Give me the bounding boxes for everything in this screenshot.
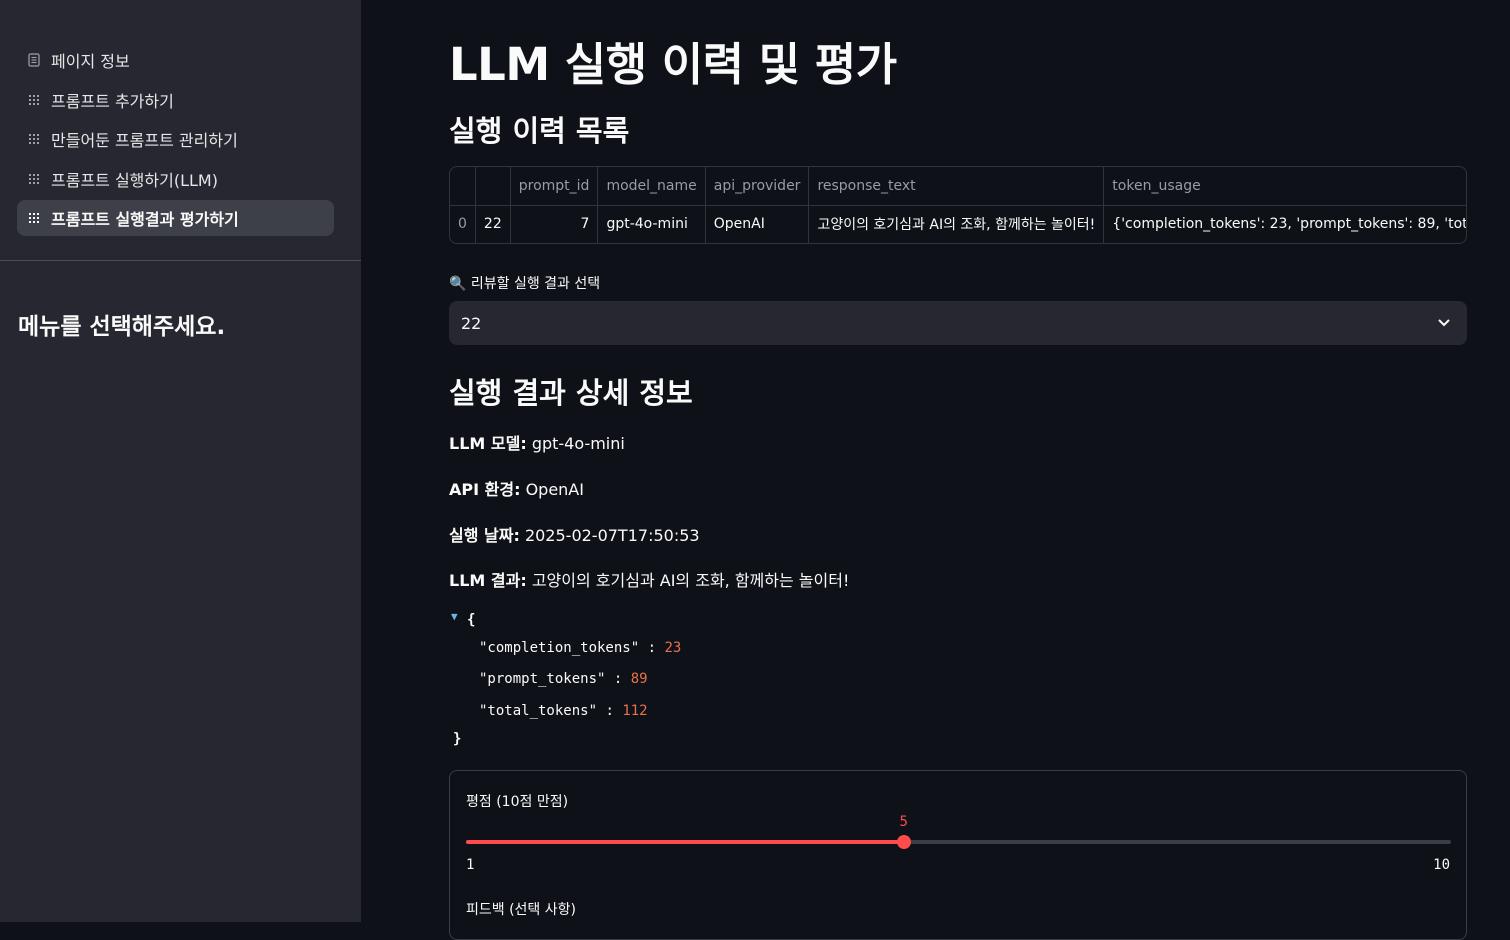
rating-label: 평점 (10점 만점) [466,794,569,810]
page-icon [28,53,40,67]
detail-label: LLM 결과: [449,571,527,590]
detail-api: API 환경: OpenAI [449,476,584,500]
sidebar-item-add-prompt[interactable]: 프롬프트 추가하기 [17,82,334,118]
table-cell[interactable]: 0 [450,205,476,243]
grid-icon [29,134,39,144]
json-key: "completion_tokens" [479,640,640,656]
collapse-triangle-icon[interactable]: ▼ [451,610,458,623]
table-cell[interactable]: 고양이의 호기심과 AI의 조화, 함께하는 놀이터! [808,205,1105,243]
detail-label: 실행 날짜: [449,526,520,545]
sidebar-divider [0,260,361,261]
detail-value: 고양이의 호기심과 AI의 조화, 함께하는 놀이터! [526,571,850,590]
detail-label: API 환경: [449,480,521,499]
history-heading: 실행 이력 목록 [449,114,630,148]
sidebar-nav: 페이지 정보 프롬프트 추가하기 만들어둔 프롬프트 관리하기 프롬프트 실행하… [17,42,334,240]
history-table[interactable]: prompt_id model_name api_provider respon… [449,166,1467,244]
detail-date: 실행 날짜: 2025-02-07T17:50:53 [449,522,700,546]
detail-label: LLM 모델: [449,434,527,453]
detail-value: 2025-02-07T17:50:53 [519,526,700,545]
sidebar-item-label: 프롬프트 추가하기 [51,91,174,111]
grid-icon [29,173,39,184]
column-header[interactable]: token_usage [1103,167,1466,206]
json-value: 89 [630,671,648,687]
column-header[interactable]: prompt_id [510,167,599,206]
sidebar-item-page-info[interactable]: 페이지 정보 [17,42,334,78]
json-close-brace: } [453,731,462,747]
column-header[interactable] [450,167,476,206]
table-header-row: prompt_id model_name api_provider respon… [450,167,1466,206]
slider-min-label: 1 [466,857,475,873]
table-row[interactable]: 0 22 7 gpt-4o-mini OpenAI 고양이의 호기심과 AI의 … [450,205,1466,243]
detail-result: LLM 결과: 고양이의 호기심과 AI의 조화, 함께하는 놀이터! [449,567,849,591]
chevron-down-icon [1438,319,1450,327]
json-key: "total_tokens" [479,703,598,719]
sidebar-message: 메뉴를 선택해주세요. [18,314,226,340]
slider-max-label: 10 [1433,857,1450,873]
rating-slider[interactable]: 5 [466,814,1451,849]
detail-value: OpenAI [520,480,584,499]
grid-icon [29,213,39,223]
page-title: LLM 실행 이력 및 평가 [449,38,897,91]
column-header[interactable]: model_name [597,167,706,206]
sidebar-item-manage-prompts[interactable]: 만들어둔 프롬프트 관리하기 [17,121,334,157]
result-select[interactable]: 22 [449,301,1467,345]
detail-heading: 실행 결과 상세 정보 [449,376,693,410]
sidebar-item-label: 만들어둔 프롬프트 관리하기 [51,131,238,150]
sidebar-item-label: 프롬프트 실행하기(LLM) [51,170,218,190]
slider-value-label: 5 [899,814,908,830]
sidebar-item-label: 프롬프트 실행결과 평가하기 [51,210,239,229]
table-cell[interactable]: 22 [475,205,511,243]
json-key: "prompt_tokens" [479,671,606,687]
grid-icon [29,94,39,105]
json-open-brace: { [467,612,476,628]
sidebar-item-label: 페이지 정보 [51,52,130,71]
slider-thumb[interactable] [896,835,911,849]
select-label: 🔍 리뷰할 실행 결과 선택 [449,276,601,292]
table-cell[interactable]: 7 [510,205,599,243]
evaluation-form: 평점 (10점 만점) 5 1 10 피드백 (선택 사항) [449,770,1467,940]
json-entry: "prompt_tokens" : 89 [479,671,648,687]
sidebar: 페이지 정보 프롬프트 추가하기 만들어둔 프롬프트 관리하기 프롬프트 실행하… [0,0,361,922]
sidebar-item-run-prompt[interactable]: 프롬프트 실행하기(LLM) [17,161,334,197]
json-entry: "completion_tokens" : 23 [479,640,682,656]
column-header[interactable] [475,167,511,206]
table-cell[interactable]: {'completion_tokens': 23, 'prompt_tokens… [1103,205,1466,243]
select-value: 22 [461,313,482,333]
json-value: 112 [622,703,648,719]
column-header[interactable]: response_text [808,167,1105,206]
table-cell[interactable]: OpenAI [705,205,810,243]
table-cell[interactable]: gpt-4o-mini [597,205,706,243]
detail-model: LLM 모델: gpt-4o-mini [449,430,625,454]
slider-fill [466,840,904,844]
json-entry: "total_tokens" : 112 [479,703,648,719]
column-header[interactable]: api_provider [705,167,810,206]
sidebar-item-evaluate-results[interactable]: 프롬프트 실행결과 평가하기 [17,200,334,236]
detail-value: gpt-4o-mini [526,434,625,453]
json-value: 23 [664,640,682,656]
feedback-label: 피드백 (선택 사항) [466,902,576,918]
